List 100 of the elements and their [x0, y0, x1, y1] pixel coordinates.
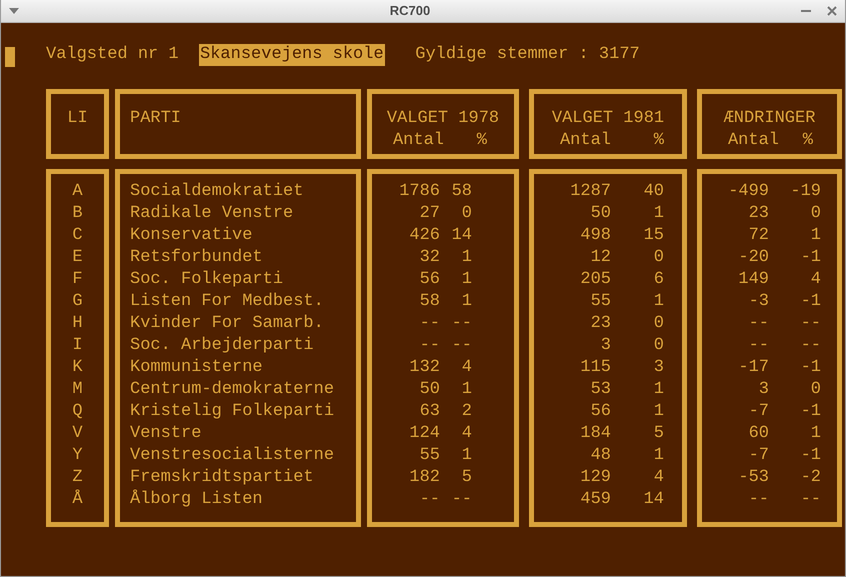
table-cell-text: 56: [418, 269, 440, 291]
table-cell-text: 56: [590, 401, 611, 423]
table-cell-text: 53: [590, 379, 611, 401]
table-cell-text: 1: [460, 291, 472, 313]
table-cell-text: 55: [590, 291, 611, 313]
column-header: VALGET 1978: [386, 109, 500, 128]
table-cell: Y: [72, 445, 83, 467]
table-cell-text: 23: [590, 313, 611, 335]
table-cell-text: 0: [810, 203, 821, 225]
table-cell-text: -1: [800, 291, 821, 313]
table-cell: Fremskridtspartiet: [130, 467, 314, 489]
column-subheader: %: [802, 130, 813, 152]
table-cell-text: 4: [652, 467, 664, 489]
table-cell-text: --: [418, 335, 440, 357]
table-cell-text: 1: [810, 423, 821, 445]
table-cell-text: --: [748, 489, 769, 511]
close-icon[interactable]: [827, 6, 837, 16]
table-cell-text: -17: [737, 357, 769, 379]
table-cell-text: 50: [590, 203, 611, 225]
table-cell-text: 124: [408, 423, 440, 445]
text-cursor: [5, 47, 15, 67]
table-cell-text: 1: [652, 203, 664, 225]
table-cell: F: [72, 269, 83, 291]
column-header: LI: [67, 109, 88, 128]
table-cell-text: -3: [748, 291, 769, 313]
table-cell-text: 3: [600, 335, 611, 357]
table-cell-text: 15: [642, 225, 664, 247]
table-cell-text: -1: [800, 401, 821, 423]
table-cell-text: 1: [652, 445, 664, 467]
table-cell: Listen For Medbest.: [130, 291, 324, 313]
table-cell-text: -2: [800, 467, 821, 489]
table-cell: A: [72, 181, 83, 203]
table-cell-text: 3: [652, 357, 664, 379]
table-cell-text: 1: [460, 445, 472, 467]
table-cell-text: 182: [408, 467, 440, 489]
table-cell-text: 14: [642, 489, 664, 511]
table-cell-text: 0: [460, 203, 472, 225]
window-title: RC700: [388, 2, 432, 20]
table-cell: Å: [72, 489, 83, 511]
table-cell-text: -1: [800, 445, 821, 467]
table-cell: Kvinder For Samarb.: [130, 313, 324, 335]
valid-votes: Gyldige stemmer : 3177: [415, 44, 640, 66]
table-cell: Socialdemokratiet: [130, 181, 304, 203]
table-cell-text: 5: [460, 467, 472, 489]
table-cell-text: 4: [810, 269, 821, 291]
table-cell-text: 23: [748, 203, 769, 225]
table-cell: B: [72, 203, 83, 225]
table-cell: Kommunisterne: [130, 357, 263, 379]
table-cell-text: --: [450, 335, 472, 357]
table-cell: Konservative: [130, 225, 252, 247]
table-cell-text: 1: [652, 379, 664, 401]
table-cell-text: -1: [800, 357, 821, 379]
table-cell-text: 149: [737, 269, 769, 291]
table-cell: E: [72, 247, 83, 269]
table-cell: Q: [72, 401, 83, 423]
table-cell: Kristelig Folkeparti: [130, 401, 334, 423]
table-cell: Retsforbundet: [130, 247, 263, 269]
table-cell-text: 5: [652, 423, 664, 445]
table-cell-text: -1: [800, 247, 821, 269]
table-cell-text: 129: [579, 467, 611, 489]
table-cell-text: 63: [418, 401, 440, 423]
table-cell-text: 1: [460, 269, 472, 291]
table-cell-text: --: [418, 489, 440, 511]
table-cell-text: 459: [579, 489, 611, 511]
minimize-icon[interactable]: [801, 10, 811, 12]
table-cell-text: 115: [579, 357, 611, 379]
table-cell-text: 184: [579, 423, 611, 445]
table-cell: M: [72, 379, 83, 401]
table-cell-text: 14: [450, 225, 472, 247]
table-cell: Z: [72, 467, 83, 489]
table-cell-text: --: [800, 313, 821, 335]
table-cell-text: 27: [418, 203, 440, 225]
table-cell-text: 58: [418, 291, 440, 313]
table-cell: C: [72, 225, 83, 247]
table-cell-text: 205: [579, 269, 611, 291]
menu-icon[interactable]: [9, 8, 19, 14]
column-subheader: Antal: [558, 130, 611, 152]
table-cell-text: --: [418, 313, 440, 335]
table-cell: G: [72, 291, 83, 313]
table-cell: Venstresocialisterne: [130, 445, 334, 467]
table-cell-text: 0: [652, 335, 664, 357]
table-cell: Ålborg Listen: [130, 489, 263, 511]
table-cell-text: -7: [748, 445, 769, 467]
table-cell-text: 0: [652, 247, 664, 269]
table-cell-text: 58: [450, 181, 472, 203]
table-cell-text: --: [450, 313, 472, 335]
table-cell: K: [72, 357, 83, 379]
table-cell-text: 1: [652, 291, 664, 313]
station-label: Valgsted nr 1: [46, 44, 179, 66]
table-cell-text: 55: [418, 445, 440, 467]
table-cell: Venstre: [130, 423, 202, 445]
column-subheader: %: [652, 130, 664, 152]
table-cell-text: 48: [590, 445, 611, 467]
school-name: Skansevejens skole: [199, 44, 385, 66]
table-cell: Centrum-demokraterne: [130, 379, 334, 401]
table-cell: I: [72, 335, 83, 357]
column-subheader: Antal: [726, 130, 779, 152]
table-cell: Soc. Arbejderparti: [130, 335, 314, 357]
table-cell-text: -7: [748, 401, 769, 423]
table-cell-text: 426: [408, 225, 440, 247]
